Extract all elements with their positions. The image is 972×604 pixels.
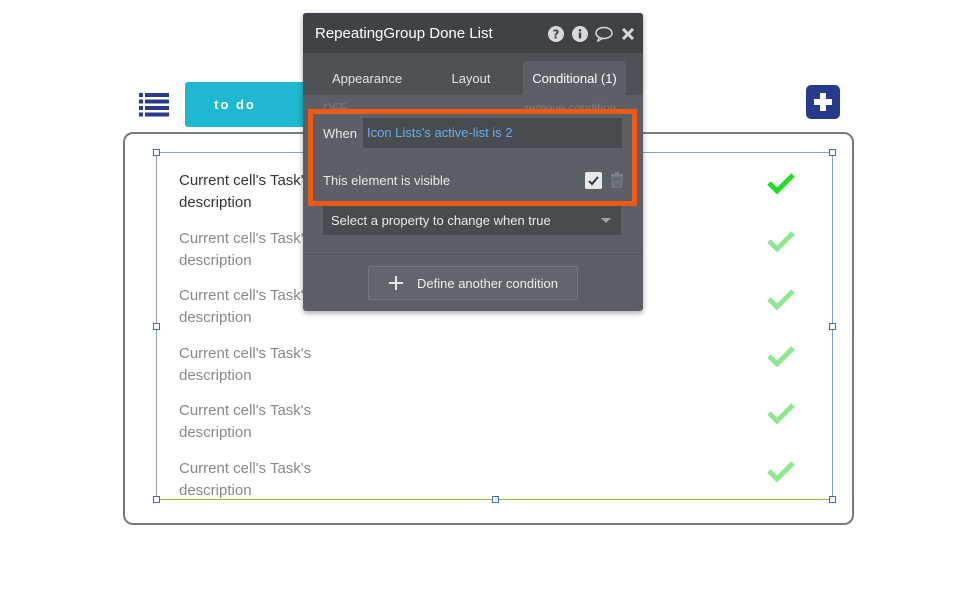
add-task-button[interactable] xyxy=(806,85,840,119)
element-visible-checkbox[interactable] xyxy=(585,172,602,189)
property-select-placeholder: Select a property to change when true xyxy=(331,213,551,228)
resize-handle-ml[interactable] xyxy=(153,323,160,330)
panel-tabs: Appearance Layout Conditional (1) xyxy=(303,53,643,95)
checkmark-icon[interactable] xyxy=(767,402,795,424)
condition-toggle-off-label: OFF xyxy=(323,101,347,115)
tab-appearance[interactable]: Appearance xyxy=(323,61,411,95)
checkmark-icon[interactable] xyxy=(767,460,795,482)
list-item: Current cell's Task's description xyxy=(179,343,799,401)
tab-conditional[interactable]: Conditional (1) xyxy=(523,61,626,95)
task-description: Current cell's Task's description xyxy=(179,345,312,384)
checkmark-icon[interactable] xyxy=(767,172,795,194)
checkmark-icon[interactable] xyxy=(767,230,795,252)
list-item: Current cell's Task's description xyxy=(179,458,799,516)
chevron-down-icon xyxy=(601,218,611,223)
define-another-condition-button[interactable]: Define another condition xyxy=(368,266,578,300)
checkmark-icon[interactable] xyxy=(767,288,795,310)
panel-header-icons: ? xyxy=(547,25,637,43)
resize-handle-mr[interactable] xyxy=(829,323,836,330)
panel-title: RepeatingGroup Done List xyxy=(315,24,493,42)
resize-handle-tr[interactable] xyxy=(829,149,836,156)
comment-icon[interactable] xyxy=(595,25,613,43)
property-select-dropdown[interactable]: Select a property to change when true xyxy=(323,206,621,235)
panel-divider xyxy=(303,254,643,255)
property-editor-panel: RepeatingGroup Done List ? Appearance La… xyxy=(303,13,643,311)
help-icon[interactable]: ? xyxy=(547,25,565,43)
list-item: Current cell's Task's description xyxy=(179,400,799,458)
todo-tab-label: to do xyxy=(214,97,256,112)
when-label: When xyxy=(323,126,357,141)
plus-icon xyxy=(389,276,403,290)
info-icon[interactable] xyxy=(571,25,589,43)
list-icon[interactable] xyxy=(139,93,169,117)
tab-layout[interactable]: Layout xyxy=(439,61,503,95)
resize-handle-tl[interactable] xyxy=(153,149,160,156)
define-another-condition-label: Define another condition xyxy=(417,275,558,291)
resize-handle-br[interactable] xyxy=(829,496,836,503)
panel-header[interactable]: RepeatingGroup Done List ? xyxy=(303,13,643,53)
checkmark-icon[interactable] xyxy=(767,345,795,367)
task-description: Current cell's Task's description xyxy=(179,460,312,499)
close-icon[interactable] xyxy=(619,25,637,43)
svg-text:?: ? xyxy=(553,28,560,42)
page: to do Current cell's Task's description C… xyxy=(0,0,972,604)
remove-condition-link[interactable]: remove condition xyxy=(525,101,616,115)
condition-expression-field[interactable]: Icon Lists's active-list is 2 xyxy=(363,118,622,148)
trash-icon[interactable] xyxy=(610,172,624,188)
task-description: Current cell's Task's description xyxy=(179,402,312,441)
resize-handle-bl[interactable] xyxy=(153,496,160,503)
element-visible-label: This element is visible xyxy=(323,173,451,188)
